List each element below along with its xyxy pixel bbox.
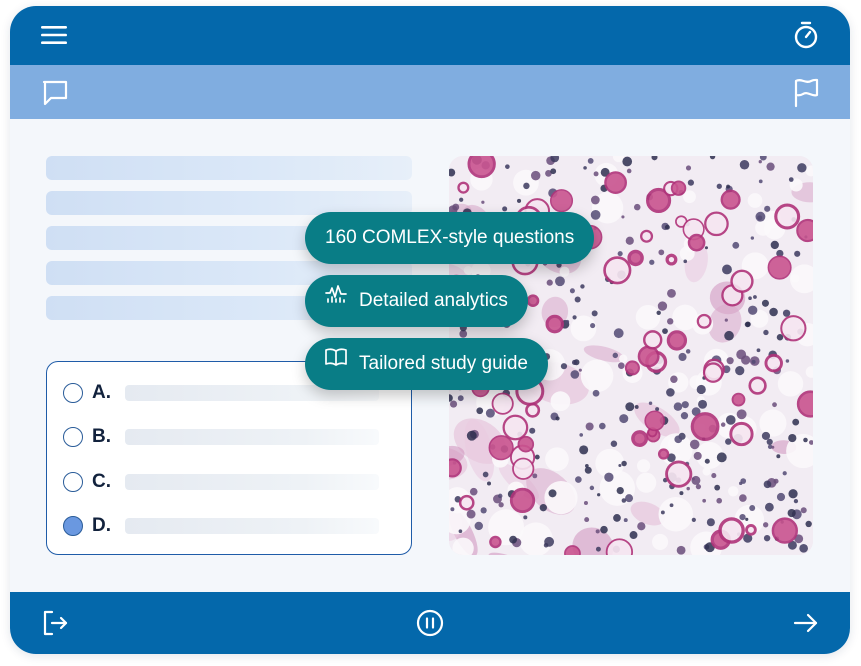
top-bar [10,6,850,65]
open-book-icon [325,336,347,388]
answer-option-b[interactable]: B. [63,425,399,449]
feature-label: 160 COMLEX-style questions [325,227,575,248]
option-text-placeholder [125,474,379,490]
feature-pill-analytics: Detailed analytics [305,275,528,327]
option-letter: A. [92,382,111,403]
question-stem-line [46,156,412,180]
radio-button[interactable] [63,427,83,447]
option-text-placeholder [125,518,379,534]
quiz-app-frame: A. B. C. D. [10,6,850,654]
arrow-right-icon[interactable] [793,611,819,635]
speech-bubble-icon[interactable] [41,79,69,107]
feature-label: Tailored study guide [359,353,528,374]
exit-icon[interactable] [41,609,69,637]
feature-label: Detailed analytics [359,290,508,311]
option-letter: B. [92,426,111,447]
bottom-bar [10,592,850,654]
option-letter: D. [92,515,111,536]
feature-pill-study-guide: Tailored study guide [305,338,548,390]
answer-options: A. B. C. D. [46,361,412,555]
stopwatch-icon[interactable] [793,21,819,49]
radio-button[interactable] [63,383,83,403]
option-text-placeholder [125,429,379,445]
analytics-chart-icon [325,273,347,325]
pause-icon[interactable] [416,609,444,637]
option-letter: C. [92,471,111,492]
hamburger-menu-icon[interactable] [41,24,67,46]
answer-option-c[interactable]: C. [63,470,399,494]
answer-option-d[interactable]: D. [63,514,399,538]
radio-button[interactable] [63,472,83,492]
radio-button-selected[interactable] [63,516,83,536]
feature-pill-questions: 160 COMLEX-style questions [305,212,595,264]
flag-icon[interactable] [793,78,819,108]
tool-bar [10,65,850,119]
